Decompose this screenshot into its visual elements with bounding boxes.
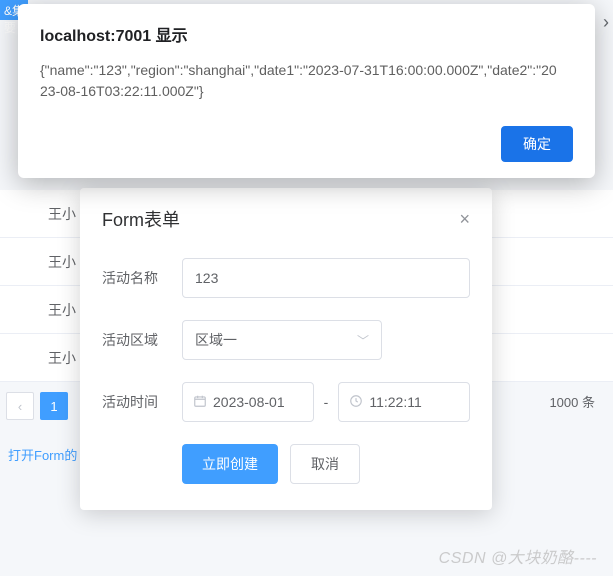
date-separator: - [322, 394, 331, 410]
total-label: 1000 条 [549, 395, 595, 410]
region-value: 区域一 [195, 330, 237, 350]
form-title: Form表单 [102, 206, 180, 232]
time-value: 11:22:11 [369, 394, 421, 410]
submit-label: 立即创建 [202, 456, 258, 472]
alert-body: {"name":"123","region":"shanghai","date1… [40, 60, 573, 102]
name-label: 活动名称 [102, 268, 182, 288]
form-header: Form表单 × [102, 206, 470, 232]
time-input[interactable]: 11:22:11 [338, 382, 470, 422]
clock-icon [349, 394, 363, 411]
cancel-button[interactable]: 取消 [290, 444, 360, 484]
form-link-text: 打开Form的 [8, 448, 77, 463]
watermark: CSDN @大块奶酪---- [439, 544, 597, 568]
browser-alert: localhost:7001 显示 {"name":"123","region"… [18, 4, 595, 178]
date-input[interactable]: 2023-08-01 [182, 382, 314, 422]
calendar-icon [193, 394, 207, 411]
alert-ok-label: 确定 [523, 136, 551, 152]
open-form-link[interactable]: 打开Form的 [8, 445, 77, 464]
alert-title: localhost:7001 显示 [40, 22, 573, 46]
chevron-right-icon[interactable]: › [603, 12, 609, 33]
form-item-name: 活动名称 123 [102, 258, 470, 298]
chevron-down-icon: ﹀ [357, 332, 369, 349]
form-buttons: 立即创建 取消 [182, 444, 470, 484]
page-current[interactable]: 1 [40, 392, 68, 420]
region-label: 活动区域 [102, 330, 182, 350]
name-value: 123 [195, 270, 218, 286]
form-dialog: Form表单 × 活动名称 123 活动区域 区域一 ﹀ 活动时间 2023-0… [80, 188, 492, 510]
page-prev-button[interactable]: ‹ [6, 392, 34, 420]
form-item-time: 活动时间 2023-08-01 - 11:22:11 [102, 382, 470, 422]
alert-body-line2: 23-08-16T03:22:11.000Z"} [40, 83, 204, 99]
cell-name: 王小 [48, 252, 76, 272]
submit-button[interactable]: 立即创建 [182, 444, 278, 484]
alert-button-row: 确定 [40, 126, 573, 162]
alert-host: localhost:7001 [40, 28, 151, 45]
alert-ok-button[interactable]: 确定 [501, 126, 573, 162]
page-number: 1 [50, 399, 57, 414]
cell-name: 王小 [48, 300, 76, 320]
top-edge-text-2: 要 [4, 21, 16, 35]
name-input[interactable]: 123 [182, 258, 470, 298]
chevron-left-icon: ‹ [18, 399, 22, 414]
pagination-total: 1000 条 [549, 392, 595, 411]
close-icon[interactable]: × [459, 209, 470, 230]
region-select[interactable]: 区域一 ﹀ [182, 320, 382, 360]
time-label: 活动时间 [102, 392, 182, 412]
cell-name: 王小 [48, 348, 76, 368]
cancel-label: 取消 [311, 456, 339, 472]
alert-body-line1: {"name":"123","region":"shanghai","date1… [40, 62, 557, 78]
date-value: 2023-08-01 [213, 394, 285, 410]
watermark-text: CSDN @大块奶酪---- [439, 550, 597, 567]
form-item-region: 活动区域 区域一 ﹀ [102, 320, 470, 360]
alert-suffix: 显示 [156, 28, 188, 45]
cell-name: 王小 [48, 204, 76, 224]
